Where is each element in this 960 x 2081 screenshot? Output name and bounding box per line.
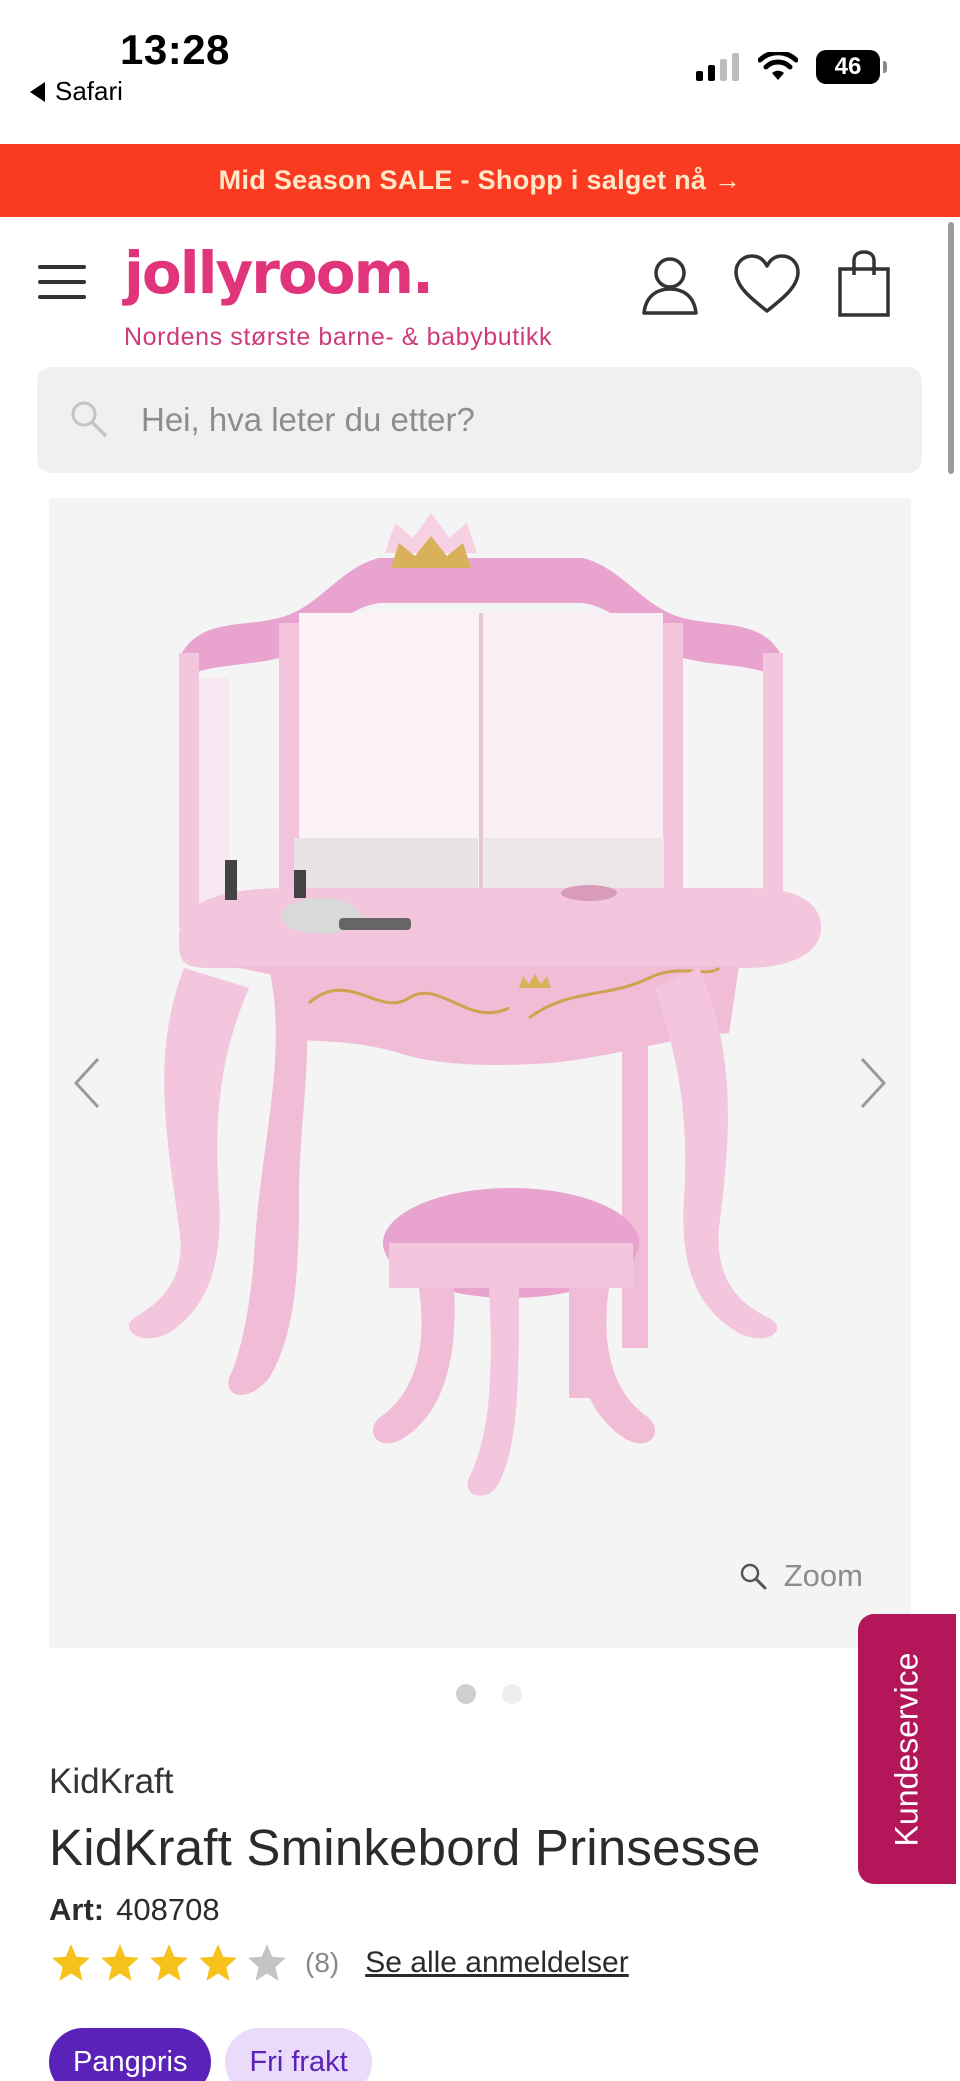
search-bar[interactable] <box>37 367 922 473</box>
product-title: KidKraft Sminkebord Prinsesse <box>49 1819 761 1876</box>
status-time: 13:28 <box>120 26 230 73</box>
menu-icon[interactable] <box>38 265 86 299</box>
star-filled-icon <box>52 1944 90 1981</box>
star-filled-icon <box>199 1944 237 1981</box>
jollyroom-logo[interactable]: jollyroom. <box>124 239 434 307</box>
article-number-value: 408708 <box>116 1892 220 1927</box>
wishlist-heart-icon[interactable] <box>732 253 802 317</box>
star-filled-icon <box>101 1944 139 1981</box>
product-image-gallery[interactable]: Zoom <box>49 498 911 1648</box>
previous-image-button[interactable] <box>57 1038 117 1128</box>
search-input[interactable] <box>141 395 881 445</box>
next-image-button[interactable] <box>843 1038 903 1128</box>
pagination-dot[interactable] <box>456 1684 476 1704</box>
tagline: Nordens største barne- & babybutikk <box>124 323 553 351</box>
gallery-pagination <box>456 1684 522 1704</box>
cellular-signal-icon <box>696 53 739 81</box>
product-badge: Pangpris <box>49 2028 212 2081</box>
chevron-right-icon <box>860 1057 887 1109</box>
back-arrow-icon <box>30 81 45 102</box>
customer-service-tab[interactable]: Kundeservice <box>858 1614 956 1884</box>
wifi-icon <box>758 52 798 80</box>
star-rating <box>49 1942 289 1984</box>
page-scrollbar[interactable] <box>948 222 954 474</box>
review-count: (8) <box>305 1947 340 1978</box>
star-empty-icon <box>248 1944 286 1981</box>
status-bar: 13:28 Safari 46 <box>0 0 960 144</box>
zoom-icon <box>740 1563 767 1590</box>
product-image <box>128 513 821 1496</box>
customer-service-label: Kundeservice <box>888 1652 925 1846</box>
back-label: Safari <box>55 76 123 106</box>
product-brand[interactable]: KidKraft <box>49 1762 174 1802</box>
cart-bag-icon[interactable] <box>836 249 892 319</box>
article-number-label: Art: <box>49 1892 105 1927</box>
zoom-button[interactable]: Zoom <box>738 1558 863 1594</box>
article-number: Art: 408708 <box>49 1892 220 1928</box>
star-filled-icon <box>150 1944 188 1981</box>
zoom-label: Zoom <box>783 1558 863 1593</box>
product-badges: Pangpris Fri frakt <box>49 2028 372 2081</box>
status-icons: 46 <box>696 50 887 84</box>
pagination-dot[interactable] <box>502 1684 522 1704</box>
product-badge: Fri frakt <box>225 2028 372 2081</box>
promo-banner[interactable]: Mid Season SALE - Shopp i salget nå → <box>0 144 960 217</box>
account-icon[interactable] <box>640 253 700 317</box>
see-all-reviews-link[interactable]: Se alle anmeldelser <box>365 1946 628 1980</box>
chevron-left-icon <box>73 1057 100 1109</box>
battery-icon: 46 <box>816 50 887 84</box>
site-header: jollyroom. Nordens største barne- & baby… <box>0 217 960 363</box>
back-to-safari[interactable]: Safari <box>30 76 123 107</box>
search-icon <box>71 401 107 437</box>
product-rating: (8) Se alle anmeldelser <box>49 1942 629 1984</box>
